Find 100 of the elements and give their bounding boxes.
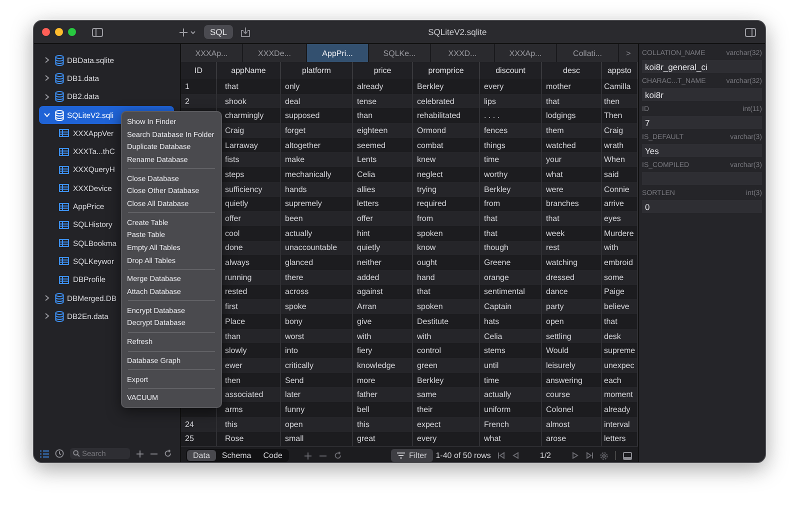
table-cell: time <box>480 372 542 388</box>
column-header[interactable]: discount <box>480 62 542 79</box>
settings-icon[interactable] <box>600 452 608 460</box>
table-cell: letters <box>353 196 413 212</box>
window-title: SQLiteV2.sqlite <box>428 27 487 37</box>
table-cell: answering <box>542 372 602 388</box>
table-cell: branches <box>542 196 602 212</box>
table-cell: from <box>480 196 542 212</box>
table-cell: eighteen <box>353 123 413 138</box>
table-cell: moment <box>602 387 638 402</box>
filter-button[interactable]: Filter <box>390 449 433 462</box>
view-tab[interactable]: Schema <box>216 450 258 462</box>
add-menu-icon[interactable] <box>179 28 196 36</box>
add-icon[interactable] <box>136 450 144 458</box>
column-header[interactable]: price <box>353 62 413 79</box>
table-cell: Ormond <box>413 123 480 138</box>
sql-button[interactable]: SQL <box>204 25 234 39</box>
field-value-input[interactable]: 7 <box>642 116 762 129</box>
table-cell: that <box>480 211 542 226</box>
table-cell: eyes <box>602 211 638 226</box>
table-cell: Send <box>281 372 353 388</box>
table-cell: spoke <box>281 299 353 314</box>
table-cell: critically <box>281 358 353 373</box>
last-page-icon[interactable] <box>586 452 593 460</box>
table-cell: them <box>542 123 602 138</box>
table-cell: that <box>542 211 602 226</box>
disclosure-chevron-icon[interactable] <box>44 75 50 82</box>
table-cell: that <box>602 314 638 329</box>
field-value-input[interactable]: koi8r_general_ci <box>642 60 762 73</box>
disclosure-chevron-icon[interactable] <box>44 295 50 301</box>
table-cell: sentimental <box>480 284 542 300</box>
table-cell: were <box>542 182 602 196</box>
table-cell: every <box>413 432 480 446</box>
table-cell: Arran <box>353 299 413 314</box>
table-cell: When <box>602 152 638 168</box>
minimize-button[interactable] <box>55 28 63 36</box>
table-cell: interval <box>602 416 638 432</box>
table-icon <box>59 148 69 156</box>
database-icon <box>55 72 64 84</box>
export-icon[interactable] <box>241 27 250 37</box>
column-header[interactable]: promprice <box>413 62 480 79</box>
table-cell: know <box>413 240 480 256</box>
page-indicator: 1/2 <box>540 451 551 460</box>
table-cell: spoken <box>413 299 480 314</box>
table-cell: great <box>353 432 413 446</box>
close-button[interactable] <box>42 28 50 36</box>
reload-icon[interactable] <box>334 451 342 460</box>
table-cell: green <box>413 358 480 373</box>
field-value-input[interactable]: Yes <box>642 144 762 157</box>
field-value-input[interactable]: koi8r <box>642 88 762 101</box>
view-tab[interactable]: Data <box>187 450 216 462</box>
table-cell: knowledge <box>353 358 413 373</box>
disclosure-chevron-icon[interactable] <box>44 57 50 64</box>
column-header[interactable]: appName <box>217 62 281 79</box>
panel-toggle-icon[interactable] <box>623 452 632 460</box>
table-cell: what <box>480 432 542 446</box>
column-header[interactable]: ID <box>181 62 217 79</box>
list-icon[interactable] <box>40 450 49 458</box>
first-page-icon[interactable] <box>498 452 505 460</box>
next-page-icon[interactable] <box>572 452 579 460</box>
table-tab[interactable]: AppPri... <box>307 44 369 62</box>
table-cell: more <box>353 372 413 388</box>
row-count: 1-40 of 50 rows <box>436 451 491 460</box>
table-cell: Captain <box>480 299 542 314</box>
column-header[interactable]: platform <box>281 62 353 79</box>
row-number: 25 <box>181 432 217 446</box>
table-cell: letters <box>602 432 638 446</box>
inspector-toggle-icon[interactable] <box>745 28 756 36</box>
table-cell: orange <box>480 270 542 285</box>
table-cell: though <box>480 240 542 256</box>
field-value-input[interactable]: 0 <box>642 200 762 213</box>
table-icon <box>59 220 69 229</box>
table-cell: forget <box>281 123 353 138</box>
table-cell: party <box>542 299 602 314</box>
table-cell: father <box>353 387 413 402</box>
table-cell: this <box>217 416 281 432</box>
table-cell: altogether <box>281 138 353 152</box>
table-cell: tense <box>353 94 413 108</box>
add-row-icon[interactable] <box>304 452 312 460</box>
sidebar-toggle-icon[interactable] <box>92 28 103 36</box>
previous-page-icon[interactable] <box>512 452 519 460</box>
refresh-icon[interactable] <box>164 449 172 458</box>
table-cell: your <box>542 152 602 168</box>
table-icon <box>59 257 69 266</box>
table-cell: hand <box>413 270 480 285</box>
disclosure-chevron-icon[interactable] <box>44 313 50 320</box>
clock-icon[interactable] <box>55 449 64 458</box>
zoom-button[interactable] <box>68 28 76 36</box>
view-tab[interactable]: Code <box>257 450 288 462</box>
column-header[interactable]: desc <box>542 62 602 79</box>
table-cell: believe <box>602 299 638 314</box>
table-cell: until <box>480 358 542 373</box>
table-cell: unaccountable <box>281 240 353 256</box>
table-cell: lips <box>480 94 542 108</box>
more-tabs-button[interactable]: > <box>619 44 638 62</box>
table-cell: Craig <box>602 123 638 138</box>
column-header[interactable]: appsto <box>602 62 638 79</box>
table-cell: supremely <box>281 196 353 212</box>
disclosure-chevron-icon[interactable] <box>44 94 50 100</box>
table-cell: that <box>542 94 602 108</box>
